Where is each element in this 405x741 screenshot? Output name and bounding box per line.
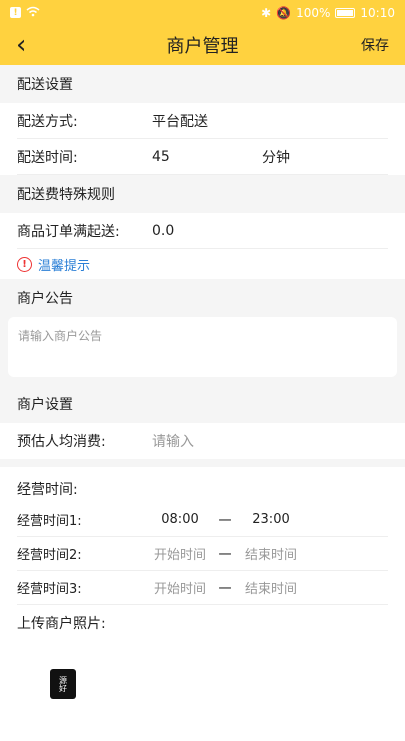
start-time-picker[interactable]: 开始时间 (150, 544, 210, 563)
hours-label: 经营时间3: (17, 582, 82, 597)
clock: 10:10 (360, 5, 395, 20)
notice-header: 商户公告 (0, 279, 405, 317)
start-time-picker[interactable]: 08:00 (150, 512, 210, 527)
avg-spend-input[interactable]: 请输入 (152, 431, 262, 451)
start-time-picker[interactable]: 开始时间 (150, 578, 210, 597)
range-dash: 一 (218, 548, 232, 563)
delivery-time-input[interactable]: 45 (152, 149, 262, 165)
battery-icon (335, 7, 356, 18)
save-button[interactable]: 保存 (361, 35, 389, 55)
delivery-method-label: 配送方式: (17, 113, 78, 130)
notice-section: 商户公告 请输入商户公告 (0, 279, 405, 385)
upload-photo-label: 上传商户照片: (0, 605, 405, 641)
merchant-header: 商户设置 (0, 385, 405, 423)
hours-label: 经营时间1: (17, 514, 82, 529)
mute-icon: 🔕 (276, 5, 292, 20)
warm-tip-label: 温馨提示 (38, 258, 91, 274)
photo-upload-area[interactable]: 源好 (0, 641, 405, 741)
warning-icon: ! (17, 256, 32, 272)
hours-label: 经营时间2: (17, 548, 82, 563)
nav-bar: ‹ 商户管理 保存 (0, 25, 405, 65)
status-bar: ! ✱ 🔕 100% 10:10 (0, 0, 405, 25)
end-time-picker[interactable]: 23:00 (240, 512, 302, 527)
hours-row-2: 经营时间2: 开始时间 一 结束时间 (17, 537, 388, 571)
notification-icon: ! (10, 7, 21, 18)
merchant-logo-image[interactable]: 源好 (50, 669, 76, 699)
avg-spend-label: 预估人均消费: (17, 434, 106, 450)
hours-title: 经营时间: (0, 467, 405, 503)
range-dash: 一 (218, 514, 232, 529)
hours-row-1: 经营时间1: 08:00 一 23:00 (17, 503, 388, 537)
min-order-input[interactable]: 0.0 (152, 223, 262, 239)
min-order-label: 商品订单满起送: (17, 223, 120, 240)
back-arrow-icon[interactable]: ‹ (16, 32, 26, 58)
range-dash: 一 (218, 582, 232, 597)
delivery-header: 配送设置 (0, 65, 405, 103)
hours-row-3: 经营时间3: 开始时间 一 结束时间 (17, 571, 388, 605)
end-time-picker[interactable]: 结束时间 (240, 578, 302, 597)
fee-rules-section: 配送费特殊规则 商品订单满起送: 0.0 ! 温馨提示 (0, 175, 405, 279)
delivery-time-row: 配送时间: 45 分钟 (17, 139, 388, 175)
merchant-section: 商户设置 预估人均消费: 请输入 (0, 385, 405, 459)
delivery-method-value[interactable]: 平台配送 (152, 111, 262, 131)
delivery-section: 配送设置 配送方式: 平台配送 配送时间: 45 分钟 (0, 65, 405, 175)
warm-tip-link[interactable]: ! 温馨提示 (0, 249, 405, 279)
hours-section: 经营时间: 经营时间1: 08:00 一 23:00 经营时间2: 开始时间 一… (0, 467, 405, 741)
min-order-row: 商品订单满起送: 0.0 (17, 213, 388, 249)
battery-level: 100% (296, 5, 331, 20)
fee-rules-header: 配送费特殊规则 (0, 175, 405, 213)
delivery-method-row[interactable]: 配送方式: 平台配送 (17, 103, 388, 139)
avg-spend-row: 预估人均消费: 请输入 (17, 423, 388, 459)
wifi-icon (26, 6, 40, 20)
end-time-picker[interactable]: 结束时间 (240, 544, 302, 563)
delivery-time-label: 配送时间: (17, 149, 78, 166)
bluetooth-icon: ✱ (261, 5, 272, 20)
notice-textarea[interactable]: 请输入商户公告 (8, 317, 397, 377)
delivery-time-unit: 分钟 (262, 149, 290, 166)
page-title: 商户管理 (166, 36, 239, 57)
